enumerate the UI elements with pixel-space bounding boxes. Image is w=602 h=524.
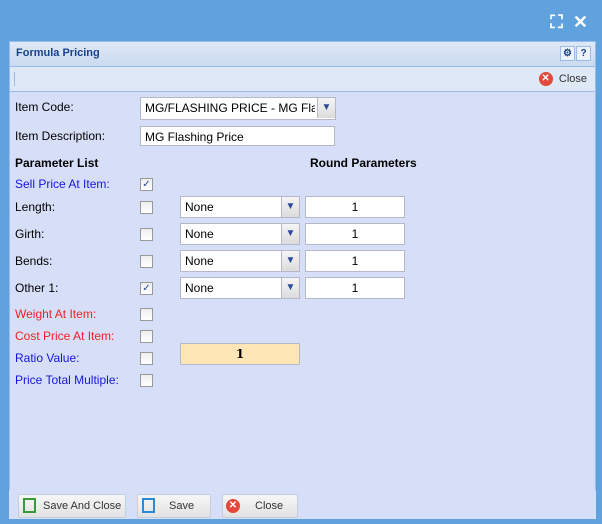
param-label-ratio-value: Ratio Value:	[15, 351, 80, 365]
param-checkbox-ratio-value[interactable]	[140, 352, 153, 365]
param-checkbox-cost-price[interactable]	[140, 330, 153, 343]
toolbar-separator	[14, 72, 15, 86]
save-icon	[142, 498, 155, 513]
save-button[interactable]: Save	[137, 494, 211, 518]
param-checkbox-sell-price[interactable]: ✓	[140, 178, 153, 191]
close-button[interactable]: ✕ Close	[222, 494, 298, 518]
item-code-label: Item Code:	[15, 100, 74, 114]
param-checkbox-length[interactable]	[140, 201, 153, 214]
toolbar-close-button[interactable]: ✕ Close	[538, 71, 587, 86]
toolbar: ✕ Close	[10, 67, 595, 92]
chevron-down-icon[interactable]: ▼	[281, 251, 299, 271]
item-code-value: MG/FLASHING PRICE - MG Flash	[145, 101, 315, 115]
save-icon	[23, 498, 36, 513]
item-description-label: Item Description:	[15, 129, 106, 143]
round-value: None	[185, 200, 214, 214]
close-circle-icon: ✕	[226, 499, 240, 513]
param-checkbox-other-1[interactable]: ✓	[140, 282, 153, 295]
close-icon[interactable]: ✕	[573, 12, 588, 33]
param-checkbox-girth[interactable]	[140, 228, 153, 241]
chevron-down-icon[interactable]: ▼	[281, 278, 299, 298]
chevron-down-icon[interactable]: ▼	[281, 197, 299, 217]
param-label-girth: Girth:	[15, 227, 45, 241]
param-checkbox-bends[interactable]	[140, 255, 153, 268]
panel-title: Formula Pricing	[16, 47, 100, 59]
param-label-weight: Weight At Item:	[15, 307, 97, 321]
param-checkbox-weight[interactable]	[140, 308, 153, 321]
round-select-bends[interactable]: None ▼	[180, 250, 300, 272]
round-input-length[interactable]: 1	[305, 196, 405, 218]
param-label-other-1: Other 1:	[15, 281, 59, 295]
help-button[interactable]: ?	[576, 46, 591, 61]
parameter-list-heading: Parameter List	[15, 156, 99, 170]
param-label-price-total-multiple: Price Total Multiple:	[15, 373, 119, 387]
param-label-bends: Bends:	[15, 254, 53, 268]
chevron-down-icon[interactable]: ▼	[317, 98, 335, 118]
param-label-cost-price: Cost Price At Item:	[15, 329, 115, 343]
round-parameters-heading: Round Parameters	[310, 156, 417, 170]
param-checkbox-price-total-multiple[interactable]	[140, 374, 153, 387]
close-label: Close	[558, 73, 587, 85]
item-code-combo[interactable]: MG/FLASHING PRICE - MG Flash ▼	[140, 97, 336, 120]
close-circle-icon: ✕	[538, 71, 553, 86]
maximize-icon[interactable]: ⛶	[550, 12, 563, 33]
save-label: Save	[169, 500, 195, 512]
param-label-sell-price: Sell Price At Item:	[15, 177, 110, 191]
save-and-close-label: Save And Close	[43, 500, 122, 512]
round-value: None	[185, 227, 214, 241]
gear-icon[interactable]: ⚙	[560, 46, 575, 61]
param-label-length: Length:	[15, 200, 56, 214]
round-select-other-1[interactable]: None ▼	[180, 277, 300, 299]
round-select-girth[interactable]: None ▼	[180, 223, 300, 245]
round-value: None	[185, 254, 214, 268]
round-input-other-1[interactable]: 1	[305, 277, 405, 299]
round-input-girth[interactable]: 1	[305, 223, 405, 245]
chevron-down-icon[interactable]: ▼	[281, 224, 299, 244]
round-select-length[interactable]: None ▼	[180, 196, 300, 218]
window-controls: ⛶ ✕	[550, 12, 588, 33]
round-input-bends[interactable]: 1	[305, 250, 405, 272]
ratio-value-input[interactable]: 1	[180, 343, 300, 365]
panel-header: Formula Pricing ⚙ ?	[10, 42, 595, 67]
item-description-input[interactable]: MG Flashing Price	[140, 126, 335, 146]
close-label: Close	[255, 500, 284, 512]
round-value: None	[185, 281, 214, 295]
save-and-close-button[interactable]: Save And Close	[18, 494, 126, 518]
